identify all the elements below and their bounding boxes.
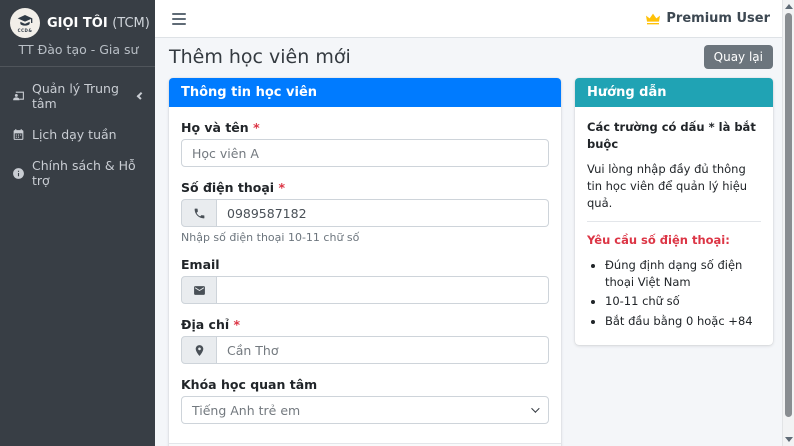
email-label: Email — [181, 257, 549, 272]
chevron-down-icon — [531, 404, 539, 412]
scroll-down-arrow-icon[interactable] — [785, 437, 793, 442]
sidebar-nav: Quản lý Trung tâm Lịch dạy tuần Chính sá… — [0, 67, 155, 202]
phone-field-group: Số điện thoại * Nhập số điện thoại 10-11… — [181, 180, 549, 244]
phone-icon — [181, 199, 217, 227]
phone-hint: Nhập số điện thoại 10-11 chữ số — [181, 231, 549, 244]
required-asterisk: * — [278, 180, 285, 195]
brand-logo-text: CCD& — [18, 29, 33, 33]
sidebar: CCD& GIỌI TÔI (TCM) TT Đào tạo - Gia sư … — [0, 0, 155, 446]
sidebar-item-weekly-schedule[interactable]: Lịch dạy tuần — [0, 119, 155, 150]
info-circle-icon — [12, 167, 25, 180]
premium-user-badge: Premium User — [645, 11, 770, 27]
back-button[interactable]: Quay lại — [704, 45, 773, 69]
student-info-card-header: Thông tin học viên — [169, 78, 561, 107]
chalkboard-teacher-icon — [12, 90, 25, 103]
sidebar-item-label: Chính sách & Hỗ trợ — [32, 158, 143, 188]
sidebar-item-label: Lịch dạy tuần — [32, 127, 117, 142]
required-asterisk: * — [253, 120, 260, 135]
address-label: Địa chỉ * — [181, 317, 549, 332]
phone-label: Số điện thoại * — [181, 180, 549, 195]
vertical-scrollbar[interactable] — [782, 0, 794, 446]
premium-user-label: Premium User — [666, 11, 770, 26]
guide-card-body: Các trường có dấu * là bắt buộc Vui lòng… — [575, 107, 773, 345]
brand-title-suffix: (TCM) — [112, 16, 150, 31]
email-field-group: Email — [181, 257, 549, 304]
student-info-card-body: Họ và tên * Số điện thoại * Nh — [169, 107, 561, 443]
divider — [587, 221, 761, 222]
sidebar-item-policy-support[interactable]: Chính sách & Hỗ trợ — [0, 150, 155, 196]
crown-icon — [645, 11, 661, 27]
course-label: Khóa học quan tâm — [181, 377, 549, 392]
sidebar-item-center-management[interactable]: Quản lý Trung tâm — [0, 73, 155, 119]
guide-requirement-item: Đúng định dạng số điện thoại Việt Nam — [605, 257, 761, 290]
brand: CCD& GIỌI TÔI (TCM) TT Đào tạo - Gia sư — [0, 0, 155, 67]
email-input[interactable] — [217, 276, 549, 304]
name-input[interactable] — [181, 139, 549, 167]
page-header: Thêm học viên mới Quay lại — [169, 45, 773, 69]
topbar: Premium User — [155, 0, 794, 38]
guide-description: Vui lòng nhập đầy đủ thông tin học viên … — [587, 161, 761, 211]
page-title: Thêm học viên mới — [169, 46, 351, 68]
student-info-card: Thông tin học viên Họ và tên * Số điện t… — [169, 78, 561, 446]
calendar-icon — [12, 128, 25, 141]
course-select-value: Tiếng Anh trẻ em — [192, 403, 300, 418]
guide-requirement-item: 10-11 chữ số — [605, 293, 761, 310]
app-window: CCD& GIỌI TÔI (TCM) TT Đào tạo - Gia sư … — [0, 0, 794, 446]
scroll-up-arrow-icon[interactable] — [785, 4, 793, 9]
brand-subtitle: TT Đào tạo - Gia sư — [10, 42, 147, 57]
envelope-icon — [181, 276, 217, 304]
brand-title: GIỌI TÔI (TCM) — [47, 16, 150, 31]
chevron-left-icon — [136, 92, 144, 100]
guide-card: Hướng dẫn Các trường có dấu * là bắt buộ… — [575, 78, 773, 345]
page-content: Thêm học viên mới Quay lại Thông tin học… — [155, 38, 794, 446]
course-field-group: Khóa học quan tâm Tiếng Anh trẻ em — [181, 377, 549, 424]
main-area: Premium User Thêm học viên mới Quay lại … — [155, 0, 794, 446]
name-field-group: Họ và tên * — [181, 120, 549, 167]
address-input[interactable] — [217, 336, 549, 364]
phone-input[interactable] — [217, 199, 549, 227]
name-label: Họ và tên * — [181, 120, 549, 135]
course-select[interactable]: Tiếng Anh trẻ em — [181, 396, 549, 424]
sidebar-item-label: Quản lý Trung tâm — [32, 81, 131, 111]
brand-logo-graduation-cap-icon: CCD& — [10, 8, 40, 38]
guide-requirement-item: Bắt đầu bằng 0 hoặc +84 — [605, 313, 761, 330]
guide-required-note: Các trường có dấu * là bắt buộc — [587, 119, 761, 152]
guide-card-header: Hướng dẫn — [575, 78, 773, 107]
map-marker-icon — [181, 336, 217, 364]
hamburger-menu-icon[interactable] — [170, 9, 188, 29]
address-field-group: Địa chỉ * — [181, 317, 549, 364]
guide-phone-requirements-title: Yêu cầu số điện thoại: — [587, 232, 761, 249]
required-asterisk: * — [234, 317, 241, 332]
guide-phone-requirements-list: Đúng định dạng số điện thoại Việt Nam 10… — [587, 257, 761, 330]
scrollbar-thumb[interactable] — [785, 13, 792, 417]
